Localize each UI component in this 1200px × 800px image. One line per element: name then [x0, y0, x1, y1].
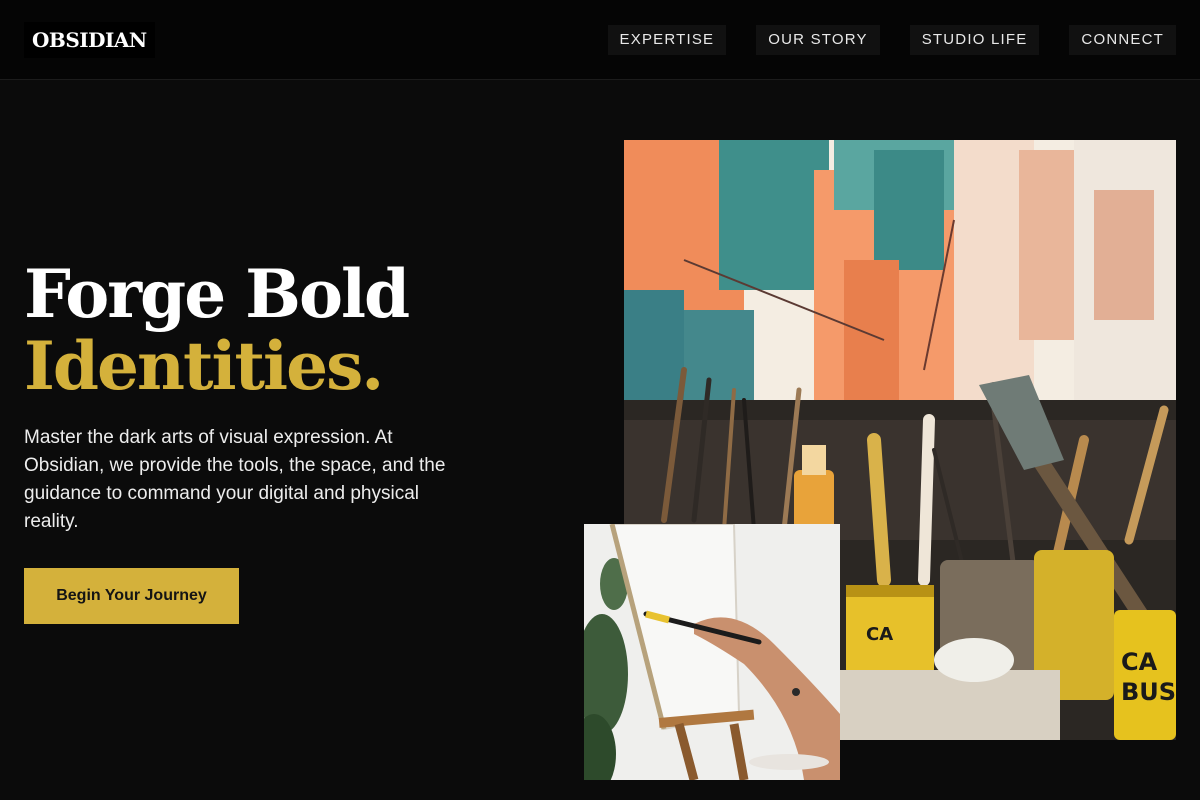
main-nav: EXPERTISE OUR STORY STUDIO LIFE CONNECT [607, 25, 1176, 55]
nav-link-our-story[interactable]: OUR STORY [756, 25, 880, 55]
begin-journey-button[interactable]: Begin Your Journey [24, 568, 239, 624]
hero-title-line-2: Identities. [24, 327, 384, 405]
artist-painting-photo [584, 524, 840, 780]
hero-title: Forge Bold Identities. [24, 255, 410, 405]
svg-text:CA: CA [866, 624, 893, 645]
site-header: OBSIDIAN EXPERTISE OUR STORY STUDIO LIFE… [0, 0, 1200, 80]
nav-link-connect[interactable]: CONNECT [1069, 25, 1176, 55]
nav-link-studio-life[interactable]: STUDIO LIFE [909, 25, 1040, 55]
hero-title-line-1: Forge Bold [24, 255, 410, 333]
artist-easel-illustration [584, 524, 840, 780]
hero-description: Master the dark arts of visual expressio… [24, 427, 446, 532]
svg-text:CA: CA [1121, 648, 1158, 676]
svg-text:BUS: BUS [1121, 678, 1176, 706]
nav-link-expertise[interactable]: EXPERTISE [607, 25, 727, 55]
brand-logo[interactable]: OBSIDIAN [24, 22, 155, 58]
